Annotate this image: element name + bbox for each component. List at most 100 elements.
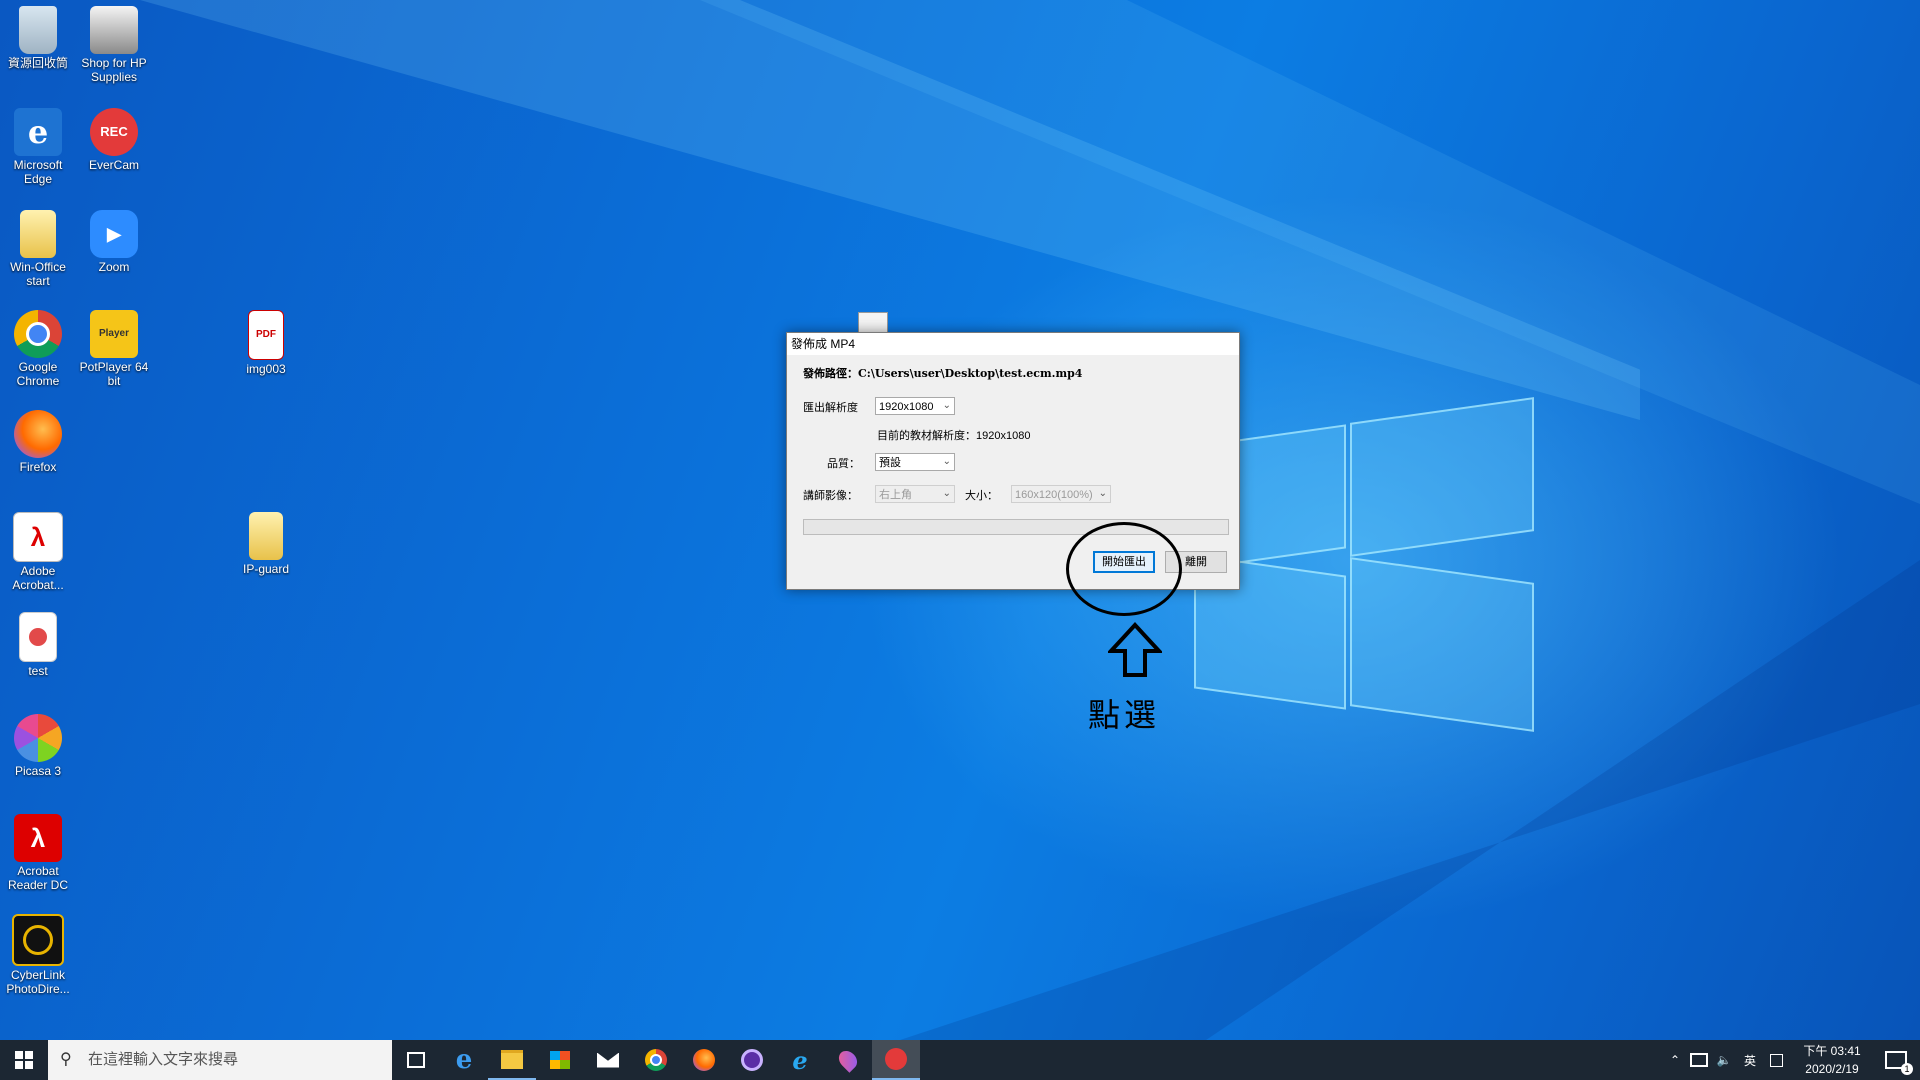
task-view-button[interactable]	[392, 1040, 440, 1080]
mail-icon	[597, 1052, 619, 1068]
evercam-icon: REC	[90, 108, 138, 156]
taskbar-chrome[interactable]	[632, 1040, 680, 1080]
icon-label: test	[28, 664, 48, 678]
quality-value: 預設	[879, 457, 901, 469]
potplayer-icon: Player	[90, 310, 138, 358]
icon-label: EverCam	[88, 158, 139, 172]
taskbar-ie[interactable]: e	[776, 1040, 824, 1080]
desktop-icon-firefox[interactable]: Firefox	[0, 410, 76, 474]
notification-icon: 1	[1885, 1051, 1913, 1075]
taskbar-file-explorer[interactable]	[488, 1040, 536, 1080]
edge-icon: e	[455, 1045, 473, 1075]
obs-icon	[741, 1049, 763, 1071]
taskbar-evercam[interactable]	[872, 1040, 920, 1080]
volume-button[interactable]: 🔈	[1712, 1040, 1736, 1080]
network-button[interactable]	[1686, 1040, 1712, 1080]
desktop-icon-ip-guard[interactable]: IP-guard	[228, 512, 304, 576]
network-icon	[1690, 1053, 1708, 1067]
lecturer-label: 講師影像：	[803, 490, 858, 502]
taskbar-firefox[interactable]	[680, 1040, 728, 1080]
quality-select[interactable]: 預設 ⌄	[875, 453, 955, 471]
size-label: 大小：	[965, 490, 998, 502]
ie-icon: e	[792, 1045, 808, 1075]
search-icon: ⚲	[60, 1051, 72, 1068]
lecturer-position-select[interactable]: 右上角 ⌄	[875, 485, 955, 503]
maps-icon	[835, 1047, 861, 1073]
logo-pane	[1350, 397, 1534, 557]
acrobat-reader-icon: λ	[14, 814, 62, 862]
desktop-icon-adobe-acrobat[interactable]: λ Adobe Acrobat...	[0, 512, 76, 592]
taskbar-obs[interactable]	[728, 1040, 776, 1080]
desktop-icon-picasa[interactable]: Picasa 3	[0, 714, 76, 778]
desktop-icon-cyberlink[interactable]: CyberLink PhotoDire...	[0, 914, 76, 996]
evercam-icon	[885, 1048, 907, 1070]
desktop-icon-potplayer[interactable]: Player PotPlayer 64 bit	[76, 310, 152, 388]
desktop-icon-test[interactable]: test	[0, 612, 76, 678]
icon-label: 資源回收筒	[7, 56, 68, 70]
taskbar-clock[interactable]: 下午 03:41 2020/2/19	[1790, 1042, 1874, 1078]
store-icon	[550, 1051, 570, 1069]
desktop-icon-recycle-bin[interactable]: 資源回收筒	[0, 6, 76, 70]
lecturer-position-value: 右上角	[879, 489, 912, 501]
chrome-icon	[645, 1049, 667, 1071]
taskbar-search-box[interactable]: ⚲ 在這裡輸入文字來搜尋	[48, 1040, 392, 1080]
clock-date: 2020/2/19	[1805, 1062, 1859, 1076]
logo-pane	[1350, 557, 1534, 732]
pdf-file-icon: PDF	[248, 310, 284, 360]
start-button[interactable]	[0, 1040, 48, 1080]
chevron-up-icon: ⌃	[1669, 1053, 1681, 1067]
ime-indicator[interactable]: 英	[1738, 1040, 1762, 1080]
ime-mode-button[interactable]	[1764, 1040, 1788, 1080]
icon-label: Firefox	[19, 460, 57, 474]
firefox-icon	[693, 1049, 715, 1071]
chevron-down-icon: ⌄	[942, 488, 951, 499]
picasa-icon	[14, 714, 62, 762]
desktop: 資源回收筒 Shop for HP Supplies e Microsoft E…	[0, 0, 1920, 1040]
desktop-icon-hp-supplies[interactable]: Shop for HP Supplies	[76, 6, 152, 84]
desktop-icon-zoom[interactable]: ▶ Zoom	[76, 210, 152, 274]
icon-label: Acrobat Reader DC	[7, 864, 69, 892]
ime-icon	[1769, 1053, 1783, 1067]
desktop-icon-win-office[interactable]: Win-Office start	[0, 210, 76, 288]
clock-time: 下午 03:41	[1803, 1044, 1861, 1058]
annotation-text: 點選	[1088, 696, 1161, 734]
icon-label: Picasa 3	[14, 764, 62, 778]
folder-icon	[20, 210, 56, 258]
notification-count: 1	[1901, 1063, 1913, 1075]
chrome-icon	[14, 310, 62, 358]
taskbar-edge[interactable]: e	[440, 1040, 488, 1080]
icon-label: Zoom	[98, 260, 130, 274]
path-label: 發佈路徑：	[803, 367, 858, 380]
action-center-button[interactable]: 1	[1878, 1040, 1914, 1080]
icon-label: Microsoft Edge	[13, 158, 63, 186]
icon-label: Adobe Acrobat...	[12, 564, 64, 592]
folder-icon	[249, 512, 283, 560]
task-view-icon	[407, 1052, 425, 1068]
desktop-icon-evercam[interactable]: REC EverCam	[76, 108, 152, 172]
resolution-label: 匯出解析度	[803, 402, 858, 414]
desktop-icon-acrobat-reader[interactable]: λ Acrobat Reader DC	[0, 814, 76, 892]
taskbar-mail[interactable]	[584, 1040, 632, 1080]
icon-label: IP-guard	[242, 562, 290, 576]
desktop-icon-img003[interactable]: PDF img003	[228, 310, 304, 376]
icon-label: Win-Office start	[10, 260, 66, 288]
size-select[interactable]: 160x120(100%) ⌄	[1011, 485, 1111, 503]
taskbar-maps[interactable]	[824, 1040, 872, 1080]
edge-icon: e	[14, 108, 62, 156]
acrobat-icon: λ	[13, 512, 63, 562]
desktop-icon-edge[interactable]: e Microsoft Edge	[0, 108, 76, 186]
firefox-icon	[14, 410, 62, 458]
zoom-icon: ▶	[90, 210, 138, 258]
desktop-icon-chrome[interactable]: Google Chrome	[0, 310, 76, 388]
show-hidden-icons-button[interactable]: ⌃	[1664, 1040, 1686, 1080]
taskbar-store[interactable]	[536, 1040, 584, 1080]
speaker-icon: 🔈	[1716, 1053, 1732, 1067]
cyberlink-icon	[12, 914, 64, 966]
icon-label: CyberLink PhotoDire...	[6, 968, 70, 996]
dialog-title: 發佈成 MP4	[787, 333, 1239, 355]
quality-label: 品質：	[827, 458, 860, 470]
resolution-select[interactable]: 1920x1080 ⌄	[875, 397, 955, 415]
size-value: 160x120(100%)	[1015, 489, 1093, 501]
document-icon	[19, 612, 57, 662]
icon-label: img003	[246, 362, 286, 376]
